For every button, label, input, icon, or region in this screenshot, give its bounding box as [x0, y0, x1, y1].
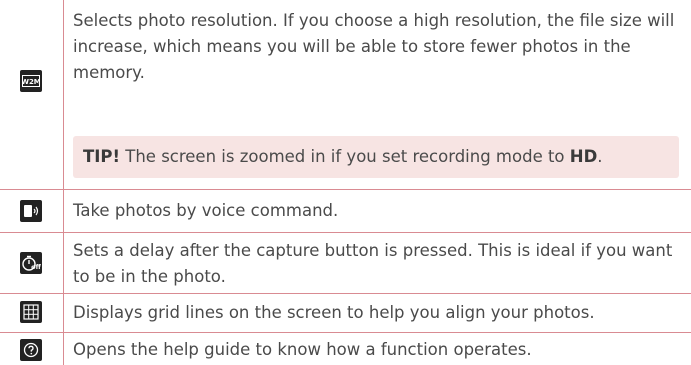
table-row-divider: [0, 189, 691, 190]
table-row-divider: [0, 293, 691, 294]
table-row-divider: [0, 332, 691, 333]
tip-box: TIP! The screen is zoomed in if you set …: [73, 136, 679, 178]
timer-off-icon: off: [20, 252, 42, 274]
tip-text-end: .: [597, 147, 603, 166]
tip-text: The screen is zoomed in if you set recor…: [120, 147, 570, 166]
photo-size-w2m-glyph: W2M: [22, 75, 40, 87]
timer-description: Sets a delay after the capture button is…: [73, 241, 673, 286]
photo-resolution-description: Selects photo resolution. If you choose …: [73, 11, 675, 82]
table-vertical-divider: [63, 0, 64, 365]
svg-text:off: off: [31, 263, 41, 271]
help-icon: [20, 339, 42, 361]
grid-icon: [20, 301, 42, 323]
svg-text:W2M: W2M: [22, 78, 40, 86]
table-row-divider: [0, 232, 691, 233]
grid-glyph: [23, 304, 39, 320]
timer-off-glyph: off: [22, 255, 41, 271]
voice-shutter-glyph: [24, 205, 39, 217]
grid-description: Displays grid lines on the screen to hel…: [73, 303, 595, 322]
tip-bold-mode: HD: [569, 147, 598, 166]
voice-command-description: Take photos by voice command.: [73, 201, 339, 220]
voice-shutter-icon: [20, 200, 42, 222]
tip-label: TIP!: [83, 147, 121, 166]
help-glyph: [23, 342, 39, 358]
photo-size-w2m-icon: W2M: [20, 70, 42, 92]
help-description: Opens the help guide to know how a funct…: [73, 340, 532, 359]
